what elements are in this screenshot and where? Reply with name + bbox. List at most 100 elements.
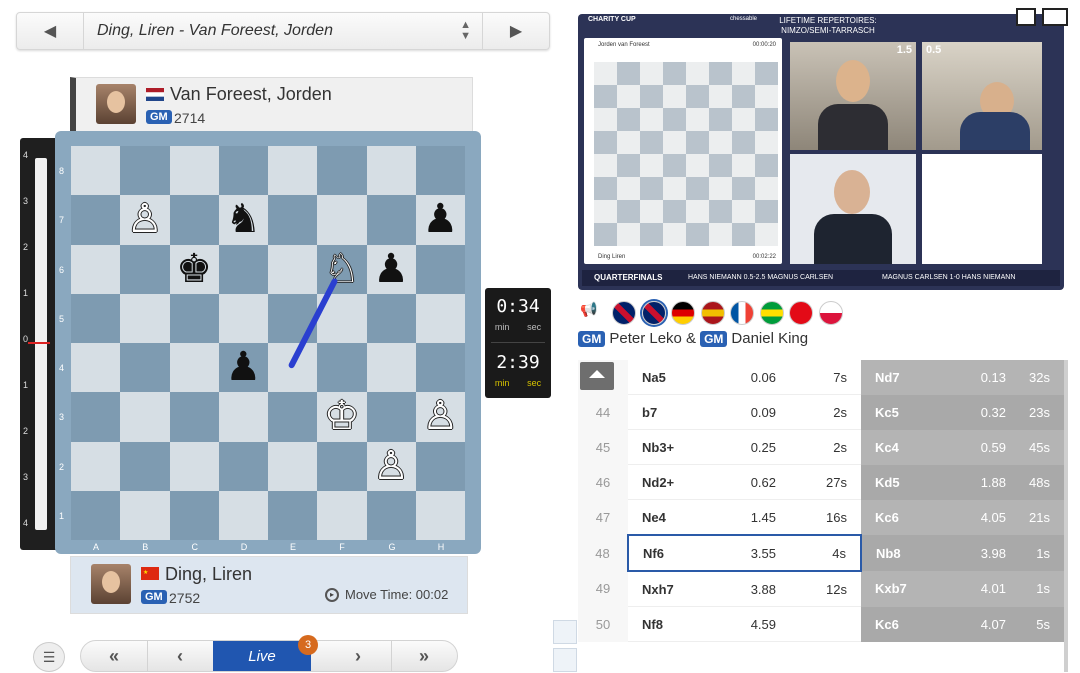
white-pawn-icon[interactable]: ♙ <box>367 442 416 491</box>
square-f1[interactable] <box>317 490 367 540</box>
square-b1[interactable] <box>120 490 170 540</box>
black-move[interactable]: Kc6 <box>861 499 946 535</box>
white-move[interactable]: b7 <box>628 394 718 430</box>
white-king-icon[interactable]: ♔ <box>317 392 366 441</box>
first-move-button[interactable]: « <box>81 641 148 671</box>
language-flag-fr-icon[interactable] <box>730 301 754 325</box>
square-h2[interactable] <box>415 441 465 491</box>
square-h4[interactable] <box>415 343 465 393</box>
next-game-button[interactable]: ▶ <box>482 13 549 49</box>
black-move[interactable]: Nb8 <box>861 535 946 571</box>
square-e1[interactable] <box>268 490 318 540</box>
square-g1[interactable] <box>366 490 416 540</box>
square-e8[interactable] <box>268 146 318 196</box>
black-king-icon[interactable]: ♚ <box>170 245 219 294</box>
move-row[interactable]: 46 Nd2+ 0.62 27s Kd5 1.88 48s <box>578 464 1066 500</box>
square-b6[interactable] <box>120 244 170 294</box>
move-row[interactable]: 48 Nf6 3.55 4s Nb8 3.98 1s <box>578 534 1066 572</box>
black-pawn-icon[interactable]: ♟ <box>367 245 416 294</box>
move-row[interactable]: 49 Nxh7 3.88 12s Kxb7 4.01 1s <box>578 571 1066 607</box>
square-f8[interactable] <box>317 146 367 196</box>
square-e5[interactable] <box>268 293 318 343</box>
white-move[interactable]: Ne4 <box>628 499 718 536</box>
white-move[interactable]: Nb3+ <box>628 429 718 465</box>
black-knight-icon[interactable]: ♞ <box>219 195 268 244</box>
square-d5[interactable] <box>218 293 268 343</box>
move-row[interactable]: 44 b7 0.09 2s Kc5 0.32 23s <box>578 394 1066 430</box>
previous-game-button[interactable]: ◀ <box>17 13 84 49</box>
move-row[interactable]: 43Na50.067sNd70.1332s <box>578 360 1066 395</box>
square-f4[interactable] <box>317 343 367 393</box>
square-a7[interactable] <box>71 195 121 245</box>
square-e4[interactable] <box>268 343 318 393</box>
white-pawn-icon[interactable]: ♙ <box>120 195 169 244</box>
language-flag-es-icon[interactable] <box>700 301 725 325</box>
black-move[interactable]: Kxb7 <box>861 571 946 607</box>
black-pawn-icon[interactable]: ♟ <box>416 195 465 244</box>
next-move-button[interactable]: › <box>325 641 392 671</box>
scroll-up-button[interactable] <box>580 362 614 390</box>
scrollbar[interactable] <box>1064 360 1068 672</box>
square-h8[interactable] <box>415 146 465 196</box>
notation-view-icon[interactable] <box>553 620 577 644</box>
square-e7[interactable] <box>268 195 318 245</box>
white-move[interactable]: Nd2+ <box>628 464 718 500</box>
square-b2[interactable] <box>120 441 170 491</box>
live-button[interactable]: Live <box>213 641 311 671</box>
square-d2[interactable] <box>218 441 268 491</box>
popout-video-icon[interactable] <box>1016 8 1036 26</box>
black-move[interactable]: Kd5 <box>861 464 946 500</box>
square-c1[interactable] <box>169 490 219 540</box>
square-d3[interactable] <box>218 392 268 442</box>
square-c4[interactable] <box>169 343 219 393</box>
menu-button[interactable]: ☰ <box>33 642 65 672</box>
black-move[interactable]: Kc6 <box>861 606 946 642</box>
move-row[interactable]: 45 Nb3+ 0.25 2s Kc4 0.59 45s <box>578 429 1066 465</box>
black-move[interactable]: Kc4 <box>861 429 946 465</box>
language-flag-tr-icon[interactable] <box>789 301 813 325</box>
square-d1[interactable] <box>218 490 268 540</box>
square-g4[interactable] <box>366 343 416 393</box>
square-c2[interactable] <box>169 441 219 491</box>
square-g3[interactable] <box>366 392 416 442</box>
square-a8[interactable] <box>71 146 121 196</box>
share-icon[interactable] <box>553 648 577 672</box>
square-c7[interactable] <box>169 195 219 245</box>
theater-mode-icon[interactable] <box>1042 8 1068 26</box>
square-d6[interactable] <box>218 244 268 294</box>
black-move[interactable]: Nd7 <box>861 360 946 395</box>
square-g5[interactable] <box>366 293 416 343</box>
black-move[interactable]: Kc5 <box>861 394 946 430</box>
white-move[interactable]: Nf8 <box>628 606 718 642</box>
square-d8[interactable] <box>218 146 268 196</box>
square-h1[interactable] <box>415 490 465 540</box>
square-h5[interactable] <box>415 293 465 343</box>
square-c8[interactable] <box>169 146 219 196</box>
square-b5[interactable] <box>120 293 170 343</box>
game-selector[interactable]: ◀ Ding, Liren - Van Foreest, Jorden ▲ ▼ ▶ <box>16 12 550 50</box>
white-knight-icon[interactable]: ♘ <box>317 245 366 294</box>
square-a6[interactable] <box>71 244 121 294</box>
square-b8[interactable] <box>120 146 170 196</box>
square-f5[interactable] <box>317 293 367 343</box>
megaphone-icon[interactable]: 📢 <box>580 301 606 323</box>
white-move[interactable]: Na5 <box>628 360 718 395</box>
white-move[interactable]: Nf6 <box>627 534 718 572</box>
last-move-button[interactable]: » <box>391 641 457 671</box>
white-pawn-icon[interactable]: ♙ <box>416 392 465 441</box>
language-flag-pl-icon[interactable] <box>818 301 843 325</box>
square-c3[interactable] <box>169 392 219 442</box>
previous-move-button[interactable]: ‹ <box>147 641 213 671</box>
square-f7[interactable] <box>317 195 367 245</box>
move-list[interactable]: 43Na50.067sNd70.1332s44b70.092sKc50.3223… <box>578 360 1066 648</box>
square-g8[interactable] <box>366 146 416 196</box>
language-flag-gb-icon[interactable] <box>641 301 666 325</box>
video-stream[interactable]: CHARITY CUP chessable LIFETIME REPERTOIR… <box>578 14 1064 290</box>
square-b3[interactable] <box>120 392 170 442</box>
chess-board[interactable]: ♙ ♞ ♟ ♚ ♘ ♟ ♟ ♔ ♙ ♙ <box>71 146 465 540</box>
move-row[interactable]: 50 Nf8 4.59 Kc6 4.07 5s <box>578 606 1066 642</box>
square-a2[interactable] <box>71 441 121 491</box>
square-a1[interactable] <box>71 490 121 540</box>
square-a5[interactable] <box>71 293 121 343</box>
square-a4[interactable] <box>71 343 121 393</box>
